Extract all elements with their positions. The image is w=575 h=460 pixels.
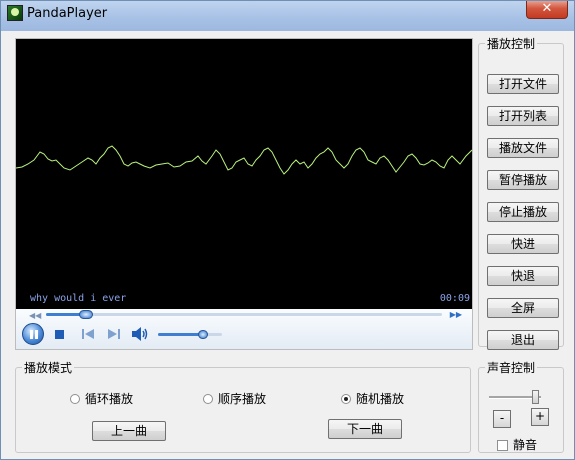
play-mode-legend: 播放模式 [24, 361, 73, 375]
sequential-play-radio[interactable]: 顺序播放 [203, 390, 266, 407]
volume-icon[interactable] [132, 327, 148, 341]
sound-control-group: 声音控制 - + 静音 [478, 359, 564, 453]
rewind-icon[interactable]: ◀◀ [29, 311, 41, 320]
pause-play-button[interactable]: 暂停播放 [487, 170, 559, 190]
exit-button[interactable]: 退出 [487, 330, 559, 350]
media-player: why would i ever 00:09 ◀◀ ▶▶ [15, 38, 473, 350]
seek-track[interactable] [46, 310, 442, 319]
loop-play-radio[interactable]: 循环播放 [70, 390, 133, 407]
rewind-button[interactable]: 快退 [487, 266, 559, 286]
open-list-button[interactable]: 打开列表 [487, 106, 559, 126]
sound-volume-slider[interactable] [489, 390, 541, 404]
elapsed-time: 00:09 [439, 293, 470, 304]
fast-forward-button[interactable]: 快进 [487, 234, 559, 254]
mute-checkbox[interactable]: 静音 [497, 436, 537, 453]
track-caption: why would i ever [30, 293, 127, 304]
play-file-button[interactable]: 播放文件 [487, 138, 559, 158]
next-icon[interactable] [108, 329, 120, 339]
stop-icon[interactable] [55, 330, 64, 339]
previous-track-button[interactable]: 上一曲 [92, 421, 166, 441]
waveform-line [16, 145, 472, 175]
title-bar[interactable]: PandaPlayer ✕ [1, 1, 574, 31]
seek-bar[interactable]: ◀◀ ▶▶ [16, 309, 472, 320]
main-window: PandaPlayer ✕ why would i ever 00:09 ◀◀ [0, 0, 575, 460]
client-area: why would i ever 00:09 ◀◀ ▶▶ 播放控制 打开文件 打… [7, 31, 570, 457]
checkbox-box [497, 440, 508, 451]
fast-forward-icon[interactable]: ▶▶ [450, 310, 462, 319]
volume-thumb[interactable] [197, 330, 208, 339]
radio-dot [203, 394, 213, 404]
volume-up-button[interactable]: + [531, 408, 549, 426]
seek-thumb[interactable] [78, 310, 93, 319]
video-screen[interactable]: why would i ever 00:09 [16, 39, 472, 309]
stop-play-button[interactable]: 停止播放 [487, 202, 559, 222]
fullscreen-button[interactable]: 全屏 [487, 298, 559, 318]
open-file-button[interactable]: 打开文件 [487, 74, 559, 94]
sound-volume-thumb[interactable] [531, 390, 539, 404]
volume-slider[interactable] [158, 330, 222, 339]
play-control-group: 播放控制 打开文件 打开列表 播放文件 暂停播放 停止播放 快进 快退 全屏 退… [478, 35, 564, 350]
random-play-radio[interactable]: 随机播放 [341, 390, 404, 407]
app-icon [7, 5, 23, 21]
radio-dot [341, 394, 351, 404]
next-track-button[interactable]: 下一曲 [328, 419, 402, 439]
mute-label: 静音 [513, 438, 538, 452]
previous-icon[interactable] [82, 329, 94, 339]
volume-down-button[interactable]: - [493, 410, 511, 428]
window-title: PandaPlayer [27, 6, 108, 21]
radio-label: 循环播放 [85, 392, 134, 406]
transport-controls: ◀◀ ▶▶ [16, 309, 472, 349]
play-mode-group: 播放模式 循环播放 顺序播放 随机播放 上一曲 下一曲 [15, 359, 471, 453]
waveform-visualization [16, 145, 472, 175]
radio-label: 顺序播放 [218, 392, 267, 406]
sound-control-legend: 声音控制 [487, 361, 536, 375]
radio-label: 随机播放 [356, 392, 405, 406]
pause-icon[interactable] [22, 323, 44, 345]
radio-dot [70, 394, 80, 404]
close-icon: ✕ [541, 1, 553, 16]
play-control-legend: 播放控制 [487, 37, 536, 51]
volume-fill [158, 333, 203, 336]
close-button[interactable]: ✕ [526, 1, 568, 19]
